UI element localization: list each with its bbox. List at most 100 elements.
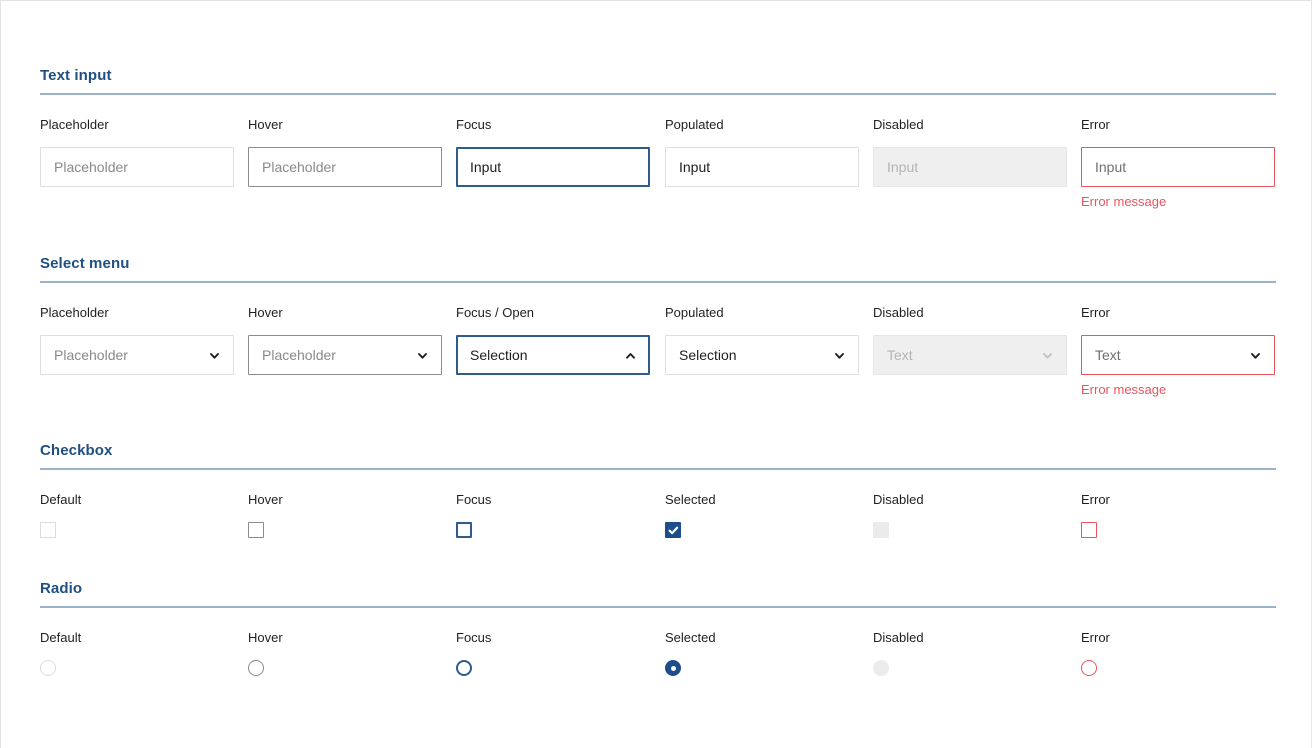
- section-divider: [40, 468, 1276, 470]
- checkbox-default[interactable]: [40, 522, 56, 538]
- chevron-down-icon: [416, 349, 429, 362]
- section-text-input: Text input Placeholder Placeholder Hover…: [40, 67, 1276, 227]
- col-label: Placeholder: [40, 117, 234, 133]
- section-divider: [40, 606, 1276, 608]
- radio-col-selected: Selected: [665, 630, 859, 676]
- col-label: Hover: [248, 492, 442, 508]
- checkbox-col-disabled: Disabled: [873, 492, 1067, 538]
- control-wrap: [665, 660, 859, 676]
- radio-default[interactable]: [40, 660, 56, 676]
- radio-error[interactable]: [1081, 660, 1097, 676]
- select-col-error: Error Text Error message: [1081, 305, 1275, 398]
- select-error-message: Error message: [1081, 382, 1275, 398]
- chevron-down-icon: [1249, 349, 1262, 362]
- select-error[interactable]: Text: [1081, 335, 1275, 375]
- section-checkbox: Checkbox Default Hover Focus: [40, 442, 1276, 552]
- radio-col-error: Error: [1081, 630, 1275, 676]
- checkbox-col-error: Error: [1081, 492, 1275, 538]
- text-input-error[interactable]: Input: [1081, 147, 1275, 187]
- radio-focus[interactable]: [456, 660, 472, 676]
- select-focus-open[interactable]: Selection: [456, 335, 650, 375]
- text-input-placeholder[interactable]: Placeholder: [40, 147, 234, 187]
- checkbox-col-selected: Selected: [665, 492, 859, 538]
- chevron-down-icon: [833, 349, 846, 362]
- checkbox-row: Default Hover Focus: [40, 492, 1276, 552]
- select-hover[interactable]: Placeholder: [248, 335, 442, 375]
- control-wrap: [873, 660, 1067, 676]
- col-label: Error: [1081, 630, 1275, 646]
- checkbox-selected[interactable]: [665, 522, 681, 538]
- col-label: Hover: [248, 305, 442, 321]
- chevron-down-icon: [1041, 349, 1054, 362]
- checkbox-col-focus: Focus: [456, 492, 650, 538]
- checkbox-hover[interactable]: [248, 522, 264, 538]
- control-wrap: Text: [873, 335, 1067, 375]
- col-label: Focus: [456, 630, 650, 646]
- control-wrap: [248, 660, 442, 676]
- select-value: Placeholder: [54, 347, 128, 363]
- select-populated[interactable]: Selection: [665, 335, 859, 375]
- control-wrap: Placeholder: [40, 147, 234, 187]
- col-label: Error: [1081, 305, 1275, 321]
- text-input-col-placeholder: Placeholder Placeholder: [40, 117, 234, 187]
- checkbox-col-hover: Hover: [248, 492, 442, 538]
- text-input-hover[interactable]: Placeholder: [248, 147, 442, 187]
- select-value: Text: [1095, 347, 1121, 363]
- control-wrap: Selection: [456, 335, 650, 375]
- select-col-disabled: Disabled Text: [873, 305, 1067, 375]
- col-label: Default: [40, 492, 234, 508]
- control-wrap: Placeholder: [248, 335, 442, 375]
- control-wrap: [873, 522, 1067, 538]
- col-label: Error: [1081, 492, 1275, 508]
- control-wrap: [456, 522, 650, 538]
- col-label: Populated: [665, 117, 859, 133]
- control-wrap: Input Error message: [1081, 147, 1275, 210]
- text-input-disabled: Input: [873, 147, 1067, 187]
- col-label: Disabled: [873, 492, 1067, 508]
- select-col-placeholder: Placeholder Placeholder: [40, 305, 234, 375]
- col-label: Disabled: [873, 630, 1067, 646]
- control-wrap: Placeholder: [40, 335, 234, 375]
- radio-selected[interactable]: [665, 660, 681, 676]
- col-label: Default: [40, 630, 234, 646]
- radio-col-disabled: Disabled: [873, 630, 1067, 676]
- text-input-populated[interactable]: Input: [665, 147, 859, 187]
- checkbox-error[interactable]: [1081, 522, 1097, 538]
- control-wrap: [1081, 522, 1275, 538]
- radio-col-hover: Hover: [248, 630, 442, 676]
- checkbox-col-default: Default: [40, 492, 234, 538]
- text-input-col-disabled: Disabled Input: [873, 117, 1067, 187]
- control-wrap: [40, 660, 234, 676]
- select-placeholder[interactable]: Placeholder: [40, 335, 234, 375]
- radio-inner-dot: [671, 666, 676, 671]
- text-input-row: Placeholder Placeholder Hover Placeholde…: [40, 117, 1276, 227]
- select-value: Placeholder: [262, 347, 336, 363]
- text-input-col-focus: Focus Input: [456, 117, 650, 187]
- section-select-menu: Select menu Placeholder Placeholder Hove…: [40, 255, 1276, 415]
- control-wrap: [456, 660, 650, 676]
- control-wrap: Input: [873, 147, 1067, 187]
- checkbox-focus[interactable]: [456, 522, 472, 538]
- radio-row: Default Hover Focus: [40, 630, 1276, 690]
- checkbox-disabled: [873, 522, 889, 538]
- select-value: Text: [887, 347, 913, 363]
- select-menu-row: Placeholder Placeholder Hover Placeholde…: [40, 305, 1276, 415]
- radio-col-default: Default: [40, 630, 234, 676]
- col-label: Focus: [456, 117, 650, 133]
- chevron-up-icon: [624, 349, 637, 362]
- control-wrap: Text Error message: [1081, 335, 1275, 398]
- col-label: Placeholder: [40, 305, 234, 321]
- select-col-populated: Populated Selection: [665, 305, 859, 375]
- radio-hover[interactable]: [248, 660, 264, 676]
- text-input-col-error: Error Input Error message: [1081, 117, 1275, 210]
- chevron-down-icon: [208, 349, 221, 362]
- section-divider: [40, 281, 1276, 283]
- text-input-col-populated: Populated Input: [665, 117, 859, 187]
- col-label: Error: [1081, 117, 1275, 133]
- section-radio: Radio Default Hover Focus: [40, 580, 1276, 690]
- col-label: Populated: [665, 305, 859, 321]
- text-input-focus[interactable]: Input: [456, 147, 650, 187]
- control-wrap: Selection: [665, 335, 859, 375]
- col-label: Disabled: [873, 305, 1067, 321]
- control-wrap: Placeholder: [248, 147, 442, 187]
